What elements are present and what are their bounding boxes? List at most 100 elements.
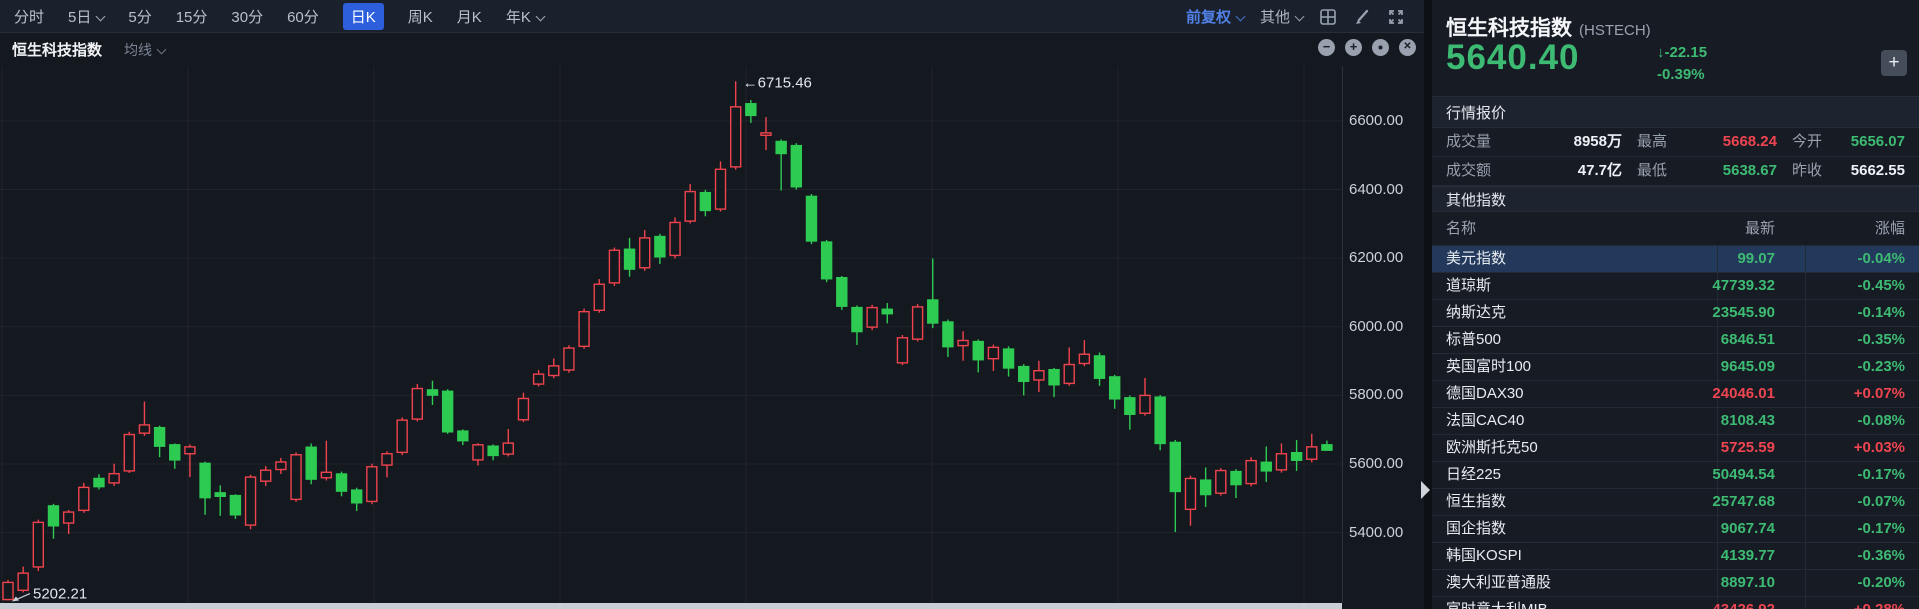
instrument-name: 恒生科技指数 bbox=[1446, 17, 1572, 40]
candle bbox=[305, 446, 317, 480]
candle bbox=[1306, 446, 1318, 460]
settings-gear-icon[interactable] bbox=[1372, 39, 1389, 56]
panel-collapse-handle[interactable] bbox=[1421, 481, 1430, 499]
candle bbox=[987, 346, 1000, 360]
index-name: 英国富时100 bbox=[1446, 358, 1532, 375]
candle bbox=[1215, 469, 1227, 494]
index-name: 澳大利亚普通股 bbox=[1446, 574, 1552, 591]
col-header-name: 名称 bbox=[1446, 220, 1477, 237]
period-tab-label: 分时 bbox=[14, 8, 45, 26]
candle bbox=[654, 235, 666, 258]
col-header-last[interactable]: 最新 bbox=[1745, 212, 1775, 245]
candle bbox=[1154, 396, 1166, 445]
period-tab-分时[interactable]: 分时 bbox=[14, 6, 44, 27]
zoom-in-icon[interactable]: + bbox=[1345, 39, 1362, 56]
candle bbox=[790, 144, 803, 188]
index-row-恒生指数[interactable]: 恒生指数 25747.68 -0.07% bbox=[1432, 489, 1919, 516]
period-tab-15分[interactable]: 15分 bbox=[176, 6, 208, 27]
down-arrow-icon: ↓ bbox=[1657, 44, 1665, 61]
brush-icon[interactable] bbox=[1353, 8, 1371, 26]
index-pct: -0.35% bbox=[1857, 331, 1905, 348]
quote-row: 成交额 47.7亿 最低 5638.67 昨收 5662.55 bbox=[1432, 157, 1919, 186]
candle bbox=[78, 486, 90, 512]
period-tab-label: 30分 bbox=[231, 8, 264, 26]
index-pct: -0.17% bbox=[1857, 520, 1905, 537]
candle bbox=[366, 466, 378, 503]
ma-label-text: 均线 bbox=[124, 41, 153, 58]
period-tab-周K[interactable]: 周K bbox=[408, 6, 433, 27]
period-tab-label: 15分 bbox=[175, 8, 208, 26]
candle bbox=[1184, 477, 1197, 511]
index-pct: -0.17% bbox=[1857, 466, 1905, 483]
candle bbox=[896, 337, 909, 364]
chart-zoom-controls: − + ✕ bbox=[1318, 39, 1416, 56]
axis-tick-label: 5800.00 bbox=[1349, 386, 1404, 404]
candle bbox=[760, 132, 772, 137]
period-tab-5分[interactable]: 5分 bbox=[128, 6, 151, 27]
index-last: 25747.68 bbox=[1712, 493, 1775, 510]
index-row-富时意大利MIB[interactable]: 富时意大利MIB 43426.92 +0.28% bbox=[1432, 597, 1919, 609]
adjust-mode-dropdown[interactable]: 前复权 bbox=[1186, 6, 1246, 27]
add-to-watchlist-button[interactable]: + bbox=[1881, 50, 1907, 76]
price-axis: 6600.00 6400.00 6200.00 6000.00 5800.00 5600.… bbox=[1342, 66, 1425, 603]
ma-overlay-dropdown[interactable]: 均线 bbox=[124, 40, 167, 60]
candle bbox=[47, 505, 60, 527]
index-row-英国富时100[interactable]: 英国富时100 9645.09 -0.23% bbox=[1432, 354, 1919, 381]
zoom-out-icon[interactable]: − bbox=[1318, 39, 1335, 56]
candle bbox=[851, 306, 863, 333]
candle bbox=[1063, 363, 1075, 385]
indices-table: 美元指数 99.07 -0.04% 道琼斯 47739.32 -0.45% 纳斯达克 2354… bbox=[1432, 246, 1919, 609]
candle bbox=[608, 249, 621, 284]
index-pct: -0.23% bbox=[1857, 358, 1905, 375]
candle bbox=[244, 476, 257, 526]
index-row-德国DAX30[interactable]: 德国DAX30 24046.01 +0.07% bbox=[1432, 381, 1919, 408]
fullscreen-icon[interactable] bbox=[1387, 8, 1405, 26]
candle bbox=[199, 462, 211, 499]
chart-horizontal-scrollbar[interactable] bbox=[0, 603, 1342, 609]
candle bbox=[1002, 348, 1015, 369]
price-change-percent: -0.39% bbox=[1657, 66, 1705, 83]
candle bbox=[639, 237, 651, 269]
candlestick-svg: ←6715.46 5202.21 bbox=[0, 66, 1342, 603]
index-row-韩国KOSPI[interactable]: 韩国KOSPI 4139.77 -0.36% bbox=[1432, 543, 1919, 570]
candle bbox=[927, 299, 939, 324]
index-row-澳大利亚普通股[interactable]: 澳大利亚普通股 8897.10 -0.20% bbox=[1432, 570, 1919, 597]
candle bbox=[1321, 444, 1333, 451]
quote-panel: 恒生科技指数 (HSTECH) 5640.40 ↓-22.15 -0.39% + … bbox=[1424, 0, 1919, 609]
index-row-法国CAC40[interactable]: 法国CAC40 8108.43 -0.08% bbox=[1432, 408, 1919, 435]
quote-value: 5656.07 bbox=[1850, 133, 1905, 150]
index-last: 47739.32 bbox=[1712, 277, 1775, 294]
candle bbox=[1139, 394, 1151, 414]
index-row-道琼斯[interactable]: 道琼斯 47739.32 -0.45% bbox=[1432, 273, 1919, 300]
index-last: 43426.92 bbox=[1712, 597, 1775, 609]
period-tab-30分[interactable]: 30分 bbox=[231, 6, 263, 27]
index-row-国企指数[interactable]: 国企指数 9067.74 -0.17% bbox=[1432, 516, 1919, 543]
index-name: 国企指数 bbox=[1446, 520, 1507, 537]
col-header-pct[interactable]: 涨幅 bbox=[1875, 212, 1905, 245]
candle bbox=[881, 308, 893, 315]
index-name: 纳斯达克 bbox=[1446, 304, 1507, 321]
index-row-美元指数[interactable]: 美元指数 99.07 -0.04% bbox=[1432, 246, 1919, 273]
index-row-标普500[interactable]: 标普500 6846.51 -0.35% bbox=[1432, 327, 1919, 354]
candlestick-chart[interactable]: ←6715.46 5202.21 bbox=[0, 66, 1342, 603]
index-row-日经225[interactable]: 日经225 50494.54 -0.17% bbox=[1432, 462, 1919, 489]
more-label: 其他 bbox=[1260, 9, 1291, 26]
more-dropdown[interactable]: 其他 bbox=[1260, 6, 1305, 27]
period-tab-月K[interactable]: 月K bbox=[457, 6, 482, 27]
close-icon[interactable]: ✕ bbox=[1399, 39, 1416, 56]
quote-value: 5638.67 bbox=[1722, 162, 1777, 179]
axis-tick-label: 6000.00 bbox=[1349, 317, 1404, 335]
index-row-欧洲斯托克50[interactable]: 欧洲斯托克50 5725.59 +0.03% bbox=[1432, 435, 1919, 462]
indices-table-header: 名称 最新 涨幅 bbox=[1432, 212, 1919, 246]
candle bbox=[957, 339, 969, 347]
period-tab-年K[interactable]: 年K bbox=[506, 6, 546, 27]
layout-grid-icon[interactable] bbox=[1319, 8, 1337, 26]
period-tab-60分[interactable]: 60分 bbox=[287, 6, 319, 27]
period-tab-日K[interactable]: 日K bbox=[342, 2, 384, 30]
index-row-纳斯达克[interactable]: 纳斯达克 23545.90 -0.14% bbox=[1432, 300, 1919, 327]
period-tab-5日[interactable]: 5日 bbox=[68, 6, 106, 27]
low-annotation: 5202.21 bbox=[33, 586, 87, 603]
index-last: 8108.43 bbox=[1720, 412, 1775, 429]
chart-instrument-title: 恒生科技指数 bbox=[12, 42, 103, 59]
candle bbox=[578, 310, 590, 348]
